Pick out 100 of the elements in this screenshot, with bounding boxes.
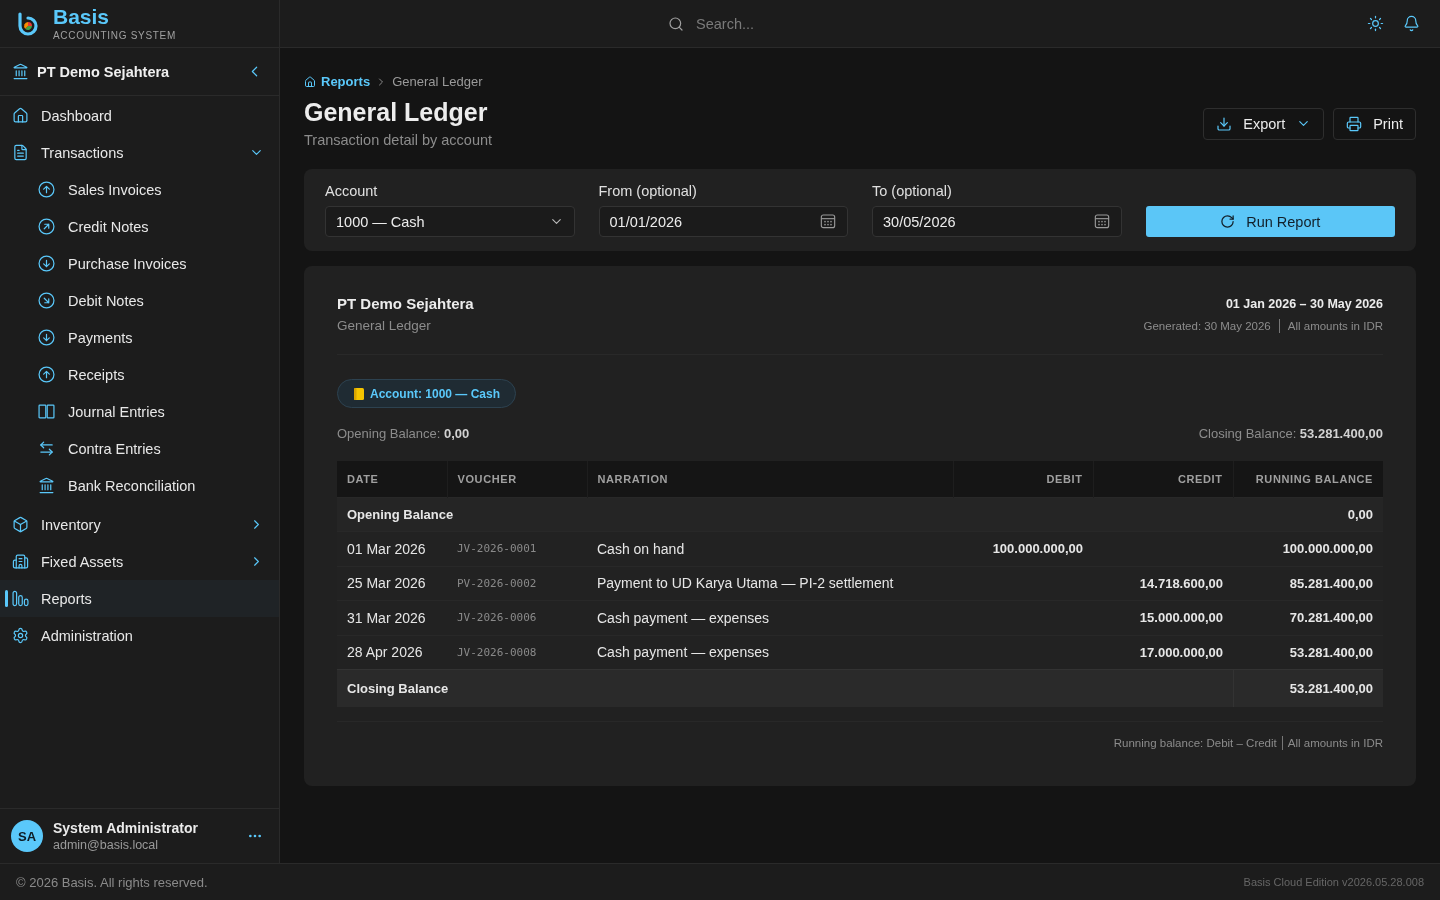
footnote-text: Running balance: Debit – Credit (1113, 735, 1277, 751)
table-cell: 31 Mar 2026 (337, 600, 447, 635)
cube-icon (12, 516, 29, 533)
print-button[interactable]: Print (1333, 107, 1416, 140)
table-cell: JV-2026-0001 (447, 531, 587, 566)
nav-item[interactable]: Administration (0, 617, 279, 654)
table-cell: 15.000.000,00 (1093, 600, 1233, 635)
nav-subitem[interactable]: Sales Invoices (0, 171, 279, 208)
book-icon (38, 403, 55, 420)
column-header: DATE (337, 461, 447, 497)
table-cell: 17.000.000,00 (1093, 635, 1233, 670)
column-header: NARRATION (587, 461, 953, 497)
brand-name: Basis (53, 5, 111, 28)
notebook-icon (354, 387, 364, 400)
generated-date: Generated: 30 May 2026 (1143, 320, 1271, 332)
table-cell: Cash on hand (587, 531, 953, 566)
table-cell: 100.000.000,00 (1233, 531, 1383, 566)
nav-item[interactable]: Dashboard (0, 97, 279, 134)
table-cell: 01 Mar 2026 (337, 531, 447, 566)
calendar-icon[interactable] (1093, 213, 1110, 229)
version-text: Basis Cloud Edition v2026.05.28.008 (1243, 876, 1424, 888)
closing-balance: Closing Balance: 53.281.400,00 (1198, 426, 1383, 442)
arrow-up-circle-icon (38, 366, 55, 383)
opening-balance: Opening Balance: 0,00 (337, 426, 470, 442)
home-icon (12, 107, 29, 124)
bank-icon (12, 63, 29, 80)
building-icon (12, 553, 29, 570)
table-cell: Cash payment — expenses (587, 600, 953, 635)
column-header: RUNNING BALANCE (1233, 461, 1383, 497)
from-date-field[interactable]: 01/01/2026 (598, 206, 848, 237)
download-icon (1216, 115, 1233, 132)
printer-icon (1346, 115, 1363, 132)
home-icon (304, 76, 316, 88)
account-select[interactable]: 1000 — Cash (325, 206, 575, 237)
nav-subitem[interactable]: Debit Notes (0, 282, 279, 319)
calendar-icon[interactable] (820, 213, 836, 229)
user-name: System Administrator (53, 819, 199, 837)
bell-icon[interactable] (1403, 15, 1420, 32)
table-cell: Closing Balance (337, 669, 1233, 707)
copyright-text: © 2026 Basis. All rights reserved. (16, 874, 208, 890)
breadcrumb-link[interactable]: Reports (304, 74, 371, 90)
arrow-up-right-circle-icon (38, 218, 55, 235)
arrow-down-circle-icon (38, 329, 55, 346)
table-cell: PV-2026-0002 (447, 566, 587, 601)
table-cell: 53.281.400,00 (1233, 635, 1383, 670)
nav-subitem[interactable]: Bank Reconciliation (0, 467, 279, 504)
nav-subitem[interactable]: Purchase Invoices (0, 245, 279, 282)
column-header: DEBIT (953, 461, 1093, 497)
page-subtitle: Transaction detail by account (304, 131, 493, 149)
nav-subitem[interactable]: Credit Notes (0, 208, 279, 245)
bank-icon (38, 477, 55, 494)
company-name: PT Demo Sejahtera (37, 63, 171, 80)
breadcrumb-current: General Ledger (392, 74, 483, 90)
logo-icon (17, 11, 39, 36)
search-field[interactable]: Search... (696, 13, 996, 34)
nav-subitem[interactable]: Journal Entries (0, 393, 279, 430)
refresh-icon (1220, 214, 1236, 229)
page-title: General Ledger (304, 98, 489, 126)
table-cell: JV-2026-0008 (447, 635, 587, 670)
account-chip: Account: 1000 — Cash (337, 379, 517, 408)
nav-item[interactable]: Reports (0, 580, 279, 617)
avatar: SA (11, 820, 43, 852)
export-button[interactable]: Export (1203, 107, 1325, 140)
field-label: From (optional) (598, 183, 698, 199)
report-company: PT Demo Sejahtera (337, 295, 474, 313)
table-cell: 70.281.400,00 (1233, 600, 1383, 635)
user-email: admin@basis.local (53, 836, 160, 853)
table-cell: Payment to UD Karya Utama — PI-2 settlement (587, 566, 953, 601)
table-cell: Opening Balance (337, 497, 1233, 532)
table-cell: 25 Mar 2026 (337, 566, 447, 601)
footnote-text: All amounts in IDR (1287, 735, 1383, 751)
nav-item[interactable]: Inventory (0, 506, 279, 543)
to-date-field[interactable]: 30/05/2026 (872, 206, 1122, 237)
document-icon (12, 144, 29, 161)
currency-note: All amounts in IDR (1287, 320, 1383, 332)
nav-item[interactable]: Transactions (0, 134, 279, 171)
search-icon (668, 15, 684, 32)
report-title: General Ledger (337, 317, 432, 335)
field-label: Account (325, 183, 379, 199)
table-cell: 85.281.400,00 (1233, 566, 1383, 601)
table-cell: Cash payment — expenses (587, 635, 953, 670)
run-report-button[interactable]: Run Report (1145, 206, 1395, 237)
table-cell: 53.281.400,00 (1233, 669, 1383, 707)
swap-arrows-icon (38, 440, 55, 457)
field-label: To (optional) (872, 183, 953, 199)
nav-subitem[interactable]: Contra Entries (0, 430, 279, 467)
column-header: CREDIT (1093, 461, 1233, 497)
nav-item[interactable]: Fixed Assets (0, 543, 279, 580)
arrow-down-circle-icon (38, 255, 55, 272)
table-cell: 14.718.600,00 (1093, 566, 1233, 601)
nav-subitem[interactable]: Receipts (0, 356, 279, 393)
sun-icon[interactable] (1367, 15, 1384, 32)
arrow-up-circle-icon (38, 181, 55, 198)
table-cell: 100.000.000,00 (953, 531, 1093, 566)
table-cell: JV-2026-0006 (447, 600, 587, 635)
gear-icon (12, 627, 29, 644)
nav-subitem[interactable]: Payments (0, 319, 279, 356)
column-header: VOUCHER (447, 461, 587, 497)
report-period: 01 Jan 2026 – 30 May 2026 (1225, 296, 1383, 313)
bar-chart-icon (12, 590, 29, 607)
